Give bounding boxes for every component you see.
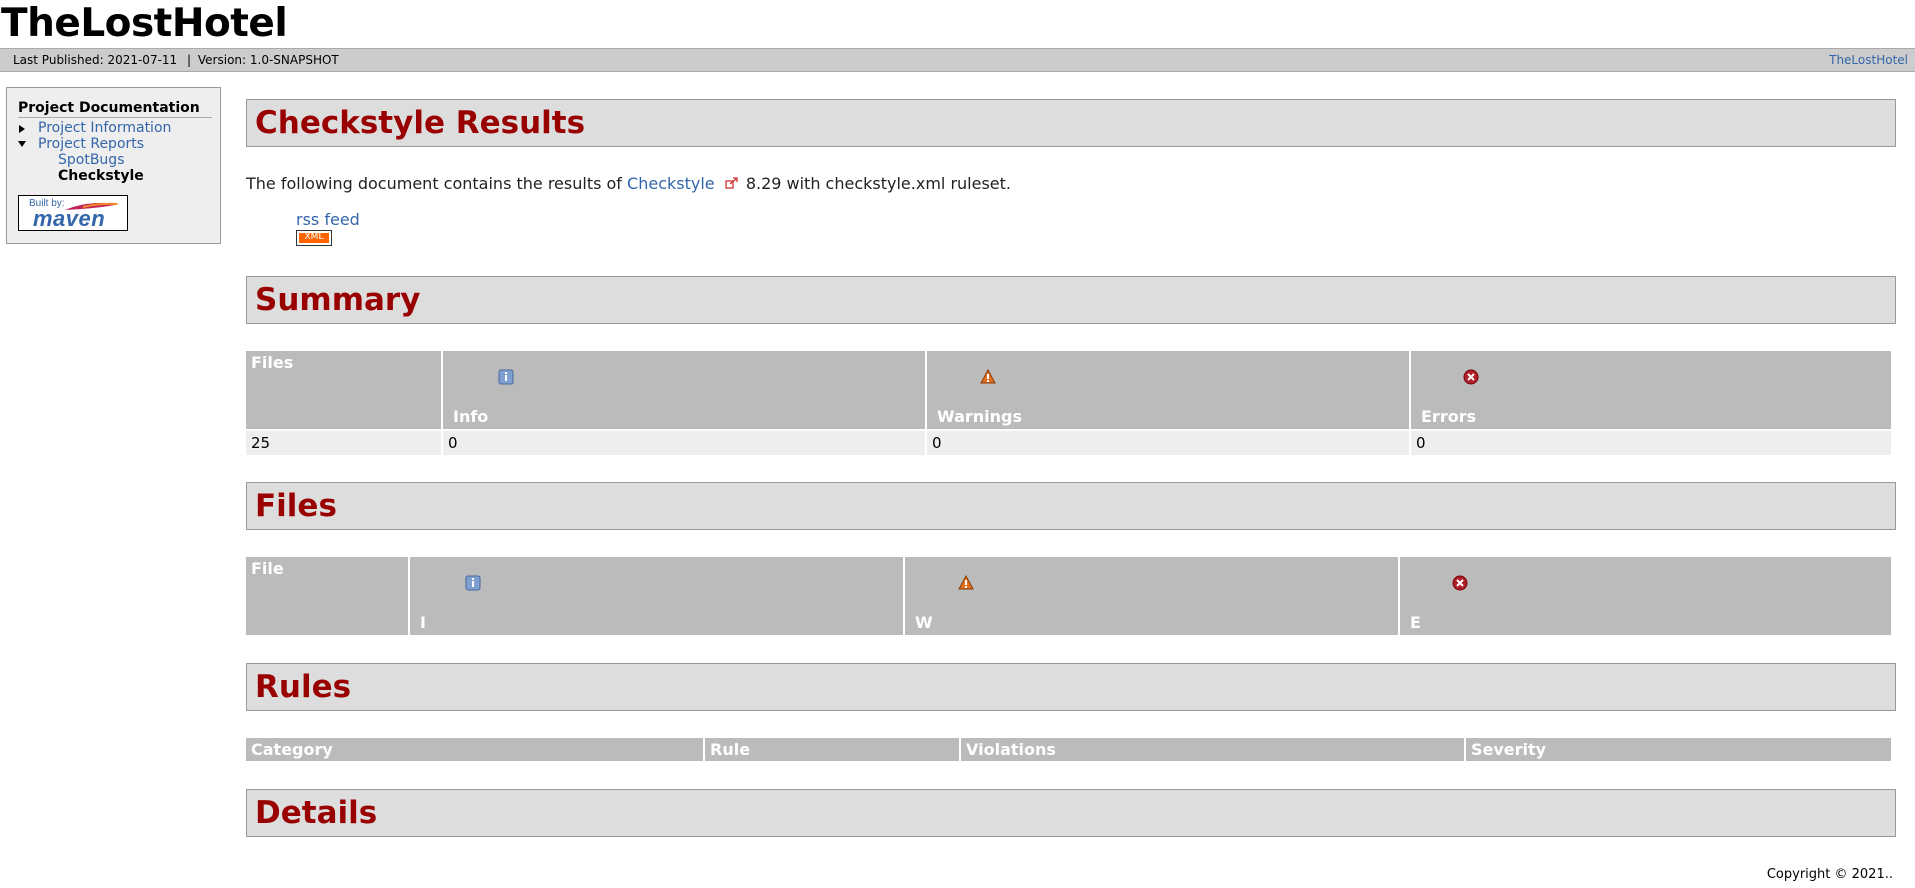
- external-link-icon: [725, 177, 738, 189]
- last-published: Last Published: 2021-07-11: [13, 53, 178, 67]
- header-label: File: [251, 559, 284, 578]
- header-label: W: [915, 613, 933, 632]
- rules-header-severity: Severity: [1466, 738, 1891, 761]
- summary-cell-errors: 0: [1411, 431, 1891, 455]
- rules-header-rule: Rule: [705, 738, 959, 761]
- summary-cell-info: 0: [443, 431, 925, 455]
- summary-cell-files: 25: [246, 431, 441, 455]
- nav-item-project-information[interactable]: Project Information: [38, 120, 171, 136]
- nav-item-checkstyle: Checkstyle: [58, 168, 144, 184]
- warning-icon: [958, 575, 974, 590]
- rules-header-violations: Violations: [961, 738, 1464, 761]
- footer-copyright: Copyright © 2021..: [1766, 867, 1893, 882]
- rules-heading: Rules: [246, 663, 1896, 711]
- page-title: Checkstyle Results: [246, 99, 1896, 147]
- summary-header-files: Files: [246, 351, 441, 429]
- left-navigation: Project Documentation Project Informatio…: [6, 87, 221, 244]
- site-name: TheLostHotel: [1, 1, 288, 46]
- intro-paragraph: The following document contains the resu…: [246, 174, 1011, 193]
- error-icon: [1452, 575, 1468, 591]
- info-icon: [465, 575, 481, 591]
- header-label: Files: [251, 353, 294, 372]
- header-label: E: [1410, 613, 1421, 632]
- nav-item-spotbugs[interactable]: SpotBugs: [58, 152, 125, 168]
- checkstyle-link[interactable]: Checkstyle: [627, 174, 715, 193]
- info-icon: [498, 369, 514, 385]
- summary-cell-warnings: 0: [927, 431, 1409, 455]
- files-header-info: I: [410, 557, 903, 635]
- publish-info: Last Published: 2021-07-11 | Version: 1.…: [13, 49, 339, 71]
- summary-header-info: Info: [443, 351, 925, 429]
- header-label: Warnings: [937, 407, 1023, 426]
- built-by-maven-logo[interactable]: Built by: maven: [18, 195, 128, 231]
- xml-badge-label: XML: [304, 232, 324, 242]
- version: Version: 1.0-SNAPSHOT: [197, 53, 339, 67]
- summary-heading: Summary: [246, 276, 1896, 324]
- rules-header-category: Category: [246, 738, 703, 761]
- site-home-link[interactable]: TheLostHotel: [1829, 49, 1908, 71]
- files-header-file: File: [246, 557, 408, 635]
- banner: TheLostHotel: [0, 0, 288, 48]
- expanded-arrow-icon[interactable]: [18, 141, 26, 147]
- header-label: Info: [453, 407, 489, 426]
- breadcrumb-bar: Last Published: 2021-07-11 | Version: 1.…: [0, 48, 1915, 72]
- files-header-errors: E: [1400, 557, 1891, 635]
- nav-heading: Project Documentation: [18, 100, 212, 118]
- summary-header-warnings: Warnings: [927, 351, 1409, 429]
- intro-prefix: The following document contains the resu…: [246, 174, 622, 193]
- header-label: Errors: [1421, 407, 1477, 426]
- intro-suffix: 8.29 with checkstyle.xml ruleset.: [745, 174, 1011, 193]
- files-heading: Files: [246, 482, 1896, 530]
- breadcrumb-separator: |: [187, 53, 192, 67]
- xml-feed-badge[interactable]: XML: [296, 230, 332, 246]
- summary-header-errors: Errors: [1411, 351, 1891, 429]
- nav-item-project-reports[interactable]: Project Reports: [38, 136, 144, 152]
- collapsed-arrow-icon[interactable]: [19, 125, 25, 133]
- error-icon: [1463, 369, 1479, 385]
- files-header-warnings: W: [905, 557, 1398, 635]
- header-label: I: [420, 613, 426, 632]
- details-heading: Details: [246, 789, 1896, 837]
- maven-logo-text: maven: [33, 206, 106, 231]
- warning-icon: [980, 369, 996, 384]
- rss-feed-link[interactable]: rss feed: [296, 210, 360, 229]
